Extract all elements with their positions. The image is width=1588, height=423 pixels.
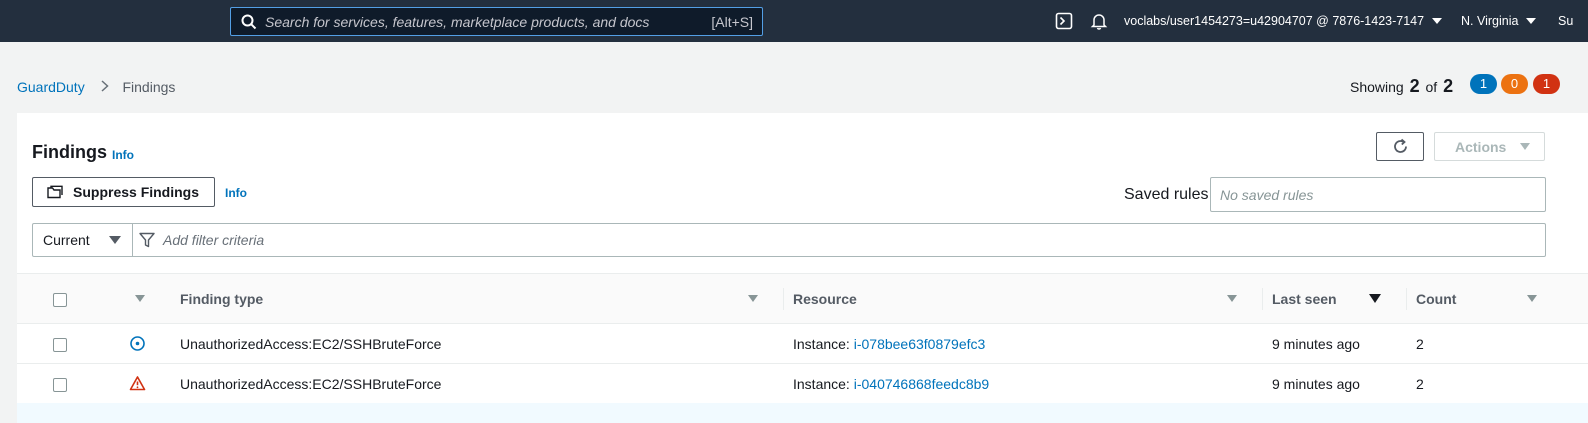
table-header: Finding type Resource Last seen Count [17,273,1588,324]
table-row-partial[interactable] [17,403,1588,423]
of-label: of [1425,79,1438,95]
warning-triangle-icon [129,376,146,391]
resource-prefix: Instance: [793,336,850,352]
folder-icon [47,185,63,199]
count-sort-icon[interactable] [1527,295,1537,302]
finding-type-cell[interactable]: UnauthorizedAccess:EC2/SSHBruteForce [180,376,441,392]
last-seen-cell: 9 minutes ago [1272,376,1360,392]
caret-down-icon [1432,18,1443,24]
search-icon [241,14,257,30]
refresh-button[interactable] [1376,132,1424,161]
last-seen-sort-active-icon[interactable] [1369,294,1381,303]
instance-link[interactable]: i-078bee63f0879efc3 [854,336,986,352]
page-title: Findings [32,142,107,162]
chevron-right-icon [101,79,109,95]
info-circle-icon [130,336,145,351]
saved-rules-select[interactable]: No saved rules [1210,177,1546,212]
actions-label: Actions [1455,139,1507,155]
filter-input[interactable]: Add filter criteria [163,232,264,248]
resource-cell: Instance: i-078bee63f0879efc3 [793,336,985,352]
filter-bar: Current Add filter criteria [32,223,1546,257]
table-row[interactable]: UnauthorizedAccess:EC2/SSHBruteForce Ins… [17,324,1588,364]
row-checkbox[interactable] [53,338,67,352]
column-divider [1406,288,1407,310]
total-count: 2 [1443,76,1454,96]
resource-sort-icon[interactable] [1227,295,1237,302]
breadcrumb-findings: Findings [122,79,176,95]
column-last-seen[interactable]: Last seen [1272,291,1337,307]
suppress-findings-label: Suppress Findings [73,184,200,200]
column-count[interactable]: Count [1416,291,1456,307]
medium-severity-badge[interactable]: 0 [1501,74,1528,94]
bell-icon[interactable] [1090,12,1108,30]
findings-panel: Findings Info Actions Suppress Findings … [17,113,1588,423]
showing-summary: Showing 2 of 2 [1350,76,1455,97]
high-severity-badge[interactable]: 1 [1533,74,1560,94]
breadcrumb-guardduty[interactable]: GuardDuty [17,79,85,95]
last-seen-cell: 9 minutes ago [1272,336,1360,352]
saved-rules-label: Saved rules [1124,186,1209,203]
count-cell: 2 [1416,376,1424,392]
filter-icon [139,232,155,248]
shown-count: 2 [1409,76,1420,96]
top-navigation: Search for services, features, marketpla… [0,0,1588,42]
showing-label: Showing [1350,79,1404,95]
suppress-findings-button[interactable]: Suppress Findings [32,177,215,207]
table-row[interactable]: UnauthorizedAccess:EC2/SSHBruteForce Ins… [17,364,1588,404]
refresh-icon [1394,138,1407,153]
caret-down-icon [109,236,121,244]
resource-prefix: Instance: [793,376,850,392]
filter-scope-select[interactable]: Current [33,224,133,256]
actions-dropdown[interactable]: Actions [1434,132,1545,161]
region-label: N. Virginia [1461,14,1519,28]
support-menu[interactable]: Su [1558,14,1573,28]
breadcrumb: GuardDuty Findings [17,79,175,95]
title-info-link[interactable]: Info [112,148,134,162]
resource-cell: Instance: i-040746868feedc8b9 [793,376,989,392]
low-severity-badge[interactable]: 1 [1470,74,1497,94]
caret-down-icon [1520,143,1530,150]
caret-down-icon [1526,18,1537,24]
suppress-info-link[interactable]: Info [225,186,247,200]
account-menu[interactable]: voclabs/user1454273=u42904707 @ 7876-142… [1124,14,1443,28]
finding-type-cell[interactable]: UnauthorizedAccess:EC2/SSHBruteForce [180,336,441,352]
filter-scope-label: Current [43,232,90,248]
column-divider [1262,288,1263,310]
saved-rules-placeholder: No saved rules [1220,187,1314,203]
count-cell: 2 [1416,336,1424,352]
severity-sort-icon[interactable] [135,295,145,302]
select-all-checkbox[interactable] [53,293,67,307]
column-resource[interactable]: Resource [793,291,857,307]
column-finding-type[interactable]: Finding type [180,291,263,307]
cloudshell-icon[interactable] [1055,12,1073,30]
search-shortcut: [Alt+S] [711,14,753,30]
column-divider [783,288,784,310]
row-checkbox[interactable] [53,378,67,392]
account-label: voclabs/user1454273=u42904707 @ 7876-142… [1124,14,1425,28]
finding-type-sort-icon[interactable] [748,295,758,302]
search-placeholder: Search for services, features, marketpla… [265,14,650,30]
instance-link[interactable]: i-040746868feedc8b9 [854,376,989,392]
region-menu[interactable]: N. Virginia [1461,14,1537,28]
search-box[interactable]: Search for services, features, marketpla… [230,7,763,36]
